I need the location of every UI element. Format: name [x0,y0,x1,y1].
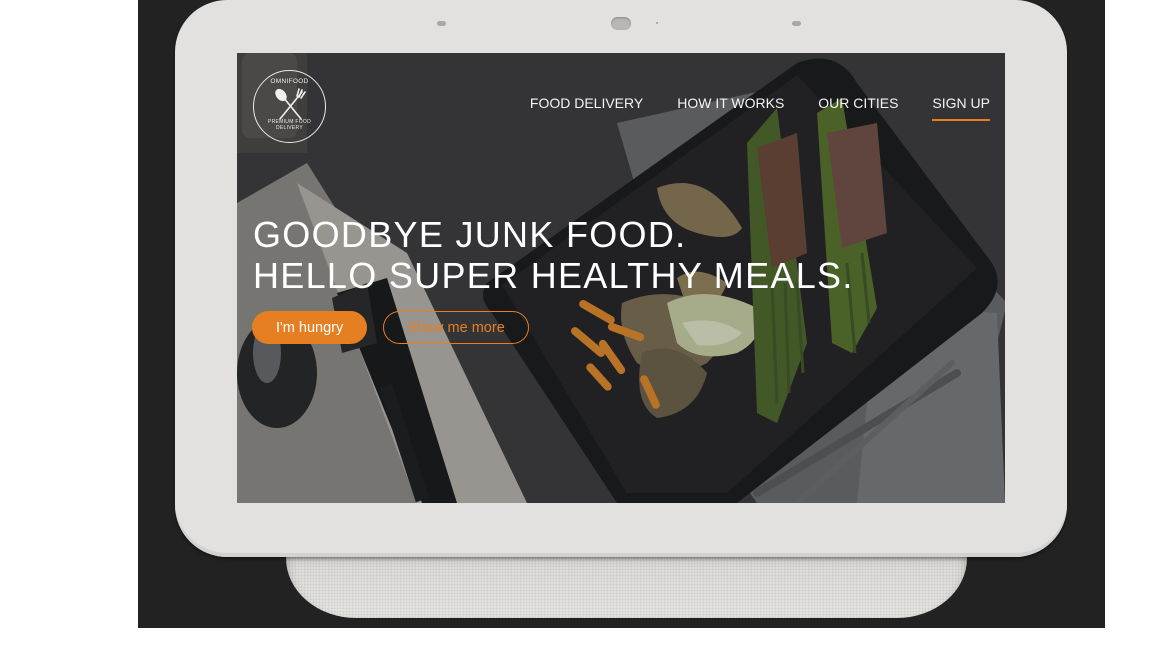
fork-and-spoon-icon [275,88,306,120]
indicator-dot [656,22,658,24]
nav-how-it-works[interactable]: HOW IT WORKS [677,95,784,117]
main-nav: FOOD DELIVERY HOW IT WORKS OUR CITIES SI… [530,95,990,121]
nav-sign-up[interactable]: SIGN UP [932,95,990,121]
headline-line-2: HELLO SUPER HEALTHY MEALS. [253,255,854,296]
logo-top-text: OMNIFOOD [270,78,309,85]
nav-our-cities[interactable]: OUR CITIES [818,95,898,117]
nav-food-delivery[interactable]: FOOD DELIVERY [530,95,643,117]
logo-bottom-text: PREMIUM FOOD DELIVERY [267,119,312,131]
brand-logo[interactable]: OMNIFOOD PREMIUM FOOD DELIVERY [253,70,326,143]
device-screen: OMNIFOOD PREMIUM FOOD DELIVERY FOOD DELI… [237,53,1005,503]
ambient-sensor [437,21,446,26]
headline-line-1: GOODBYE JUNK FOOD. [253,214,687,255]
im-hungry-button[interactable]: I'm hungry [252,311,368,344]
hero-headline: GOODBYE JUNK FOOD. HELLO SUPER HEALTHY M… [253,214,854,296]
show-me-more-button[interactable]: Show me more [383,311,529,344]
hero-actions: I'm hungry Show me more [252,311,529,344]
ambient-sensor-right [792,21,801,26]
camera-icon [611,17,631,30]
